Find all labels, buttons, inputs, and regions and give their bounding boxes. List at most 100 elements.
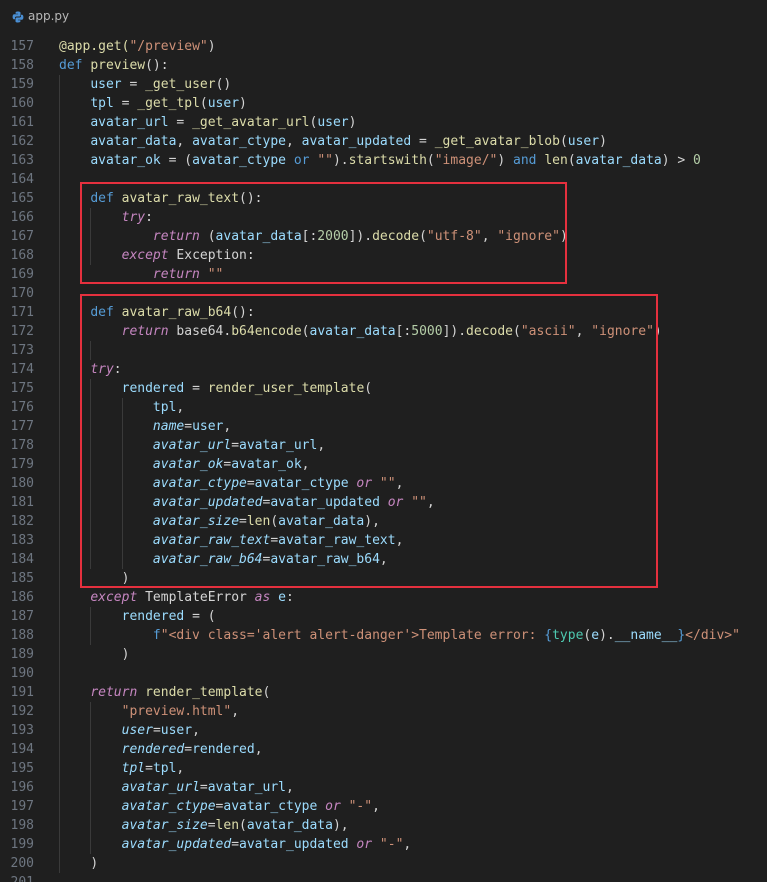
code-token: , — [192, 723, 200, 738]
code-line[interactable]: 189 ) — [0, 645, 767, 664]
code-line[interactable]: 157 @app.get("/preview") — [0, 37, 767, 56]
code-token: avatar_data — [246, 818, 333, 833]
code-line[interactable]: 162 avatar_data, avatar_ctype, avatar_up… — [0, 132, 767, 151]
code-token: = — [199, 780, 208, 795]
code-text: return render_template( — [59, 683, 270, 702]
code-token: def — [59, 58, 91, 73]
code-token: , — [286, 780, 294, 795]
code-token: = — [121, 77, 146, 92]
code-token: tpl — [121, 761, 146, 776]
code-token: "" — [317, 153, 333, 168]
code-text: avatar_url = _get_avatar_url(user) — [59, 113, 356, 132]
line-number: 190 — [10, 666, 34, 681]
code-line[interactable]: 199 avatar_updated=avatar_updated or "-"… — [0, 835, 767, 854]
code-text: tpl=tpl, — [59, 759, 185, 778]
line-number: 184 — [10, 552, 34, 567]
code-token: ). — [599, 628, 615, 643]
code-token: startswith — [348, 153, 427, 168]
code-token: e — [591, 628, 600, 643]
code-token: ) — [239, 96, 247, 111]
code-text: avatar_ok = (avatar_ctype or "").startsw… — [59, 151, 701, 170]
line-number: 179 — [10, 457, 34, 472]
code-line[interactable]: 195 tpl=tpl, — [0, 759, 767, 778]
code-token: = — [113, 96, 138, 111]
code-token: "image/" — [434, 153, 498, 168]
line-number: 173 — [10, 343, 34, 358]
code-token: avatar_data — [575, 153, 662, 168]
code-text: "preview.html", — [59, 702, 239, 721]
code-line[interactable]: 193 user=user, — [0, 721, 767, 740]
code-token: or — [348, 837, 380, 852]
code-line[interactable]: 201 — [0, 873, 767, 882]
code-token: ) — [599, 134, 607, 149]
code-token: "-" — [379, 837, 404, 852]
code-line[interactable]: 163 avatar_ok = (avatar_ctype or "").sta… — [0, 151, 767, 170]
code-text: avatar_ctype=avatar_ctype or "-", — [59, 797, 380, 816]
code-token: avatar_ctype — [192, 134, 286, 149]
code-line[interactable]: 159 user = _get_user() — [0, 75, 767, 94]
code-token: user — [207, 96, 240, 111]
code-token: avatar_ctype — [223, 799, 318, 814]
code-line[interactable]: 198 avatar_size=len(avatar_data), — [0, 816, 767, 835]
code-line[interactable]: 161 avatar_url = _get_avatar_url(user) — [0, 113, 767, 132]
code-text: except TemplateError as e: — [59, 588, 294, 607]
line-number: 181 — [10, 495, 34, 510]
code-token: ) — [207, 39, 216, 54]
code-token: ( — [567, 153, 576, 168]
code-token: rendered — [121, 742, 185, 757]
code-token: ( — [239, 818, 247, 833]
code-line[interactable]: 197 avatar_ctype=avatar_ctype or "-", — [0, 797, 767, 816]
code-token: , — [285, 134, 302, 149]
code-token: user — [90, 77, 122, 92]
code-token: preview — [90, 58, 146, 73]
code-token: type — [552, 628, 584, 643]
code-token: TemplateError — [145, 590, 247, 605]
line-number: 191 — [10, 685, 34, 700]
code-token: avatar_ok — [90, 153, 161, 168]
code-line[interactable]: 187 rendered = ( — [0, 607, 767, 626]
code-token: or — [317, 799, 349, 814]
code-token: ) — [348, 115, 357, 130]
code-line[interactable]: 160 tpl = _get_tpl(user) — [0, 94, 767, 113]
code-text: ) — [59, 854, 98, 873]
code-line[interactable]: 158 def preview(): — [0, 56, 767, 75]
line-number: 201 — [0, 873, 34, 882]
line-number: 161 — [10, 115, 34, 130]
code-token: rendered — [192, 742, 255, 757]
code-token: : — [286, 590, 294, 605]
code-token: _get_avatar_url — [192, 115, 310, 130]
code-token: len — [215, 818, 240, 833]
code-text: user=user, — [59, 721, 200, 740]
code-line[interactable]: 194 rendered=rendered, — [0, 740, 767, 759]
code-token: = — [168, 115, 193, 130]
code-token: , — [176, 761, 185, 776]
code-token: ) — [90, 856, 99, 871]
code-token: () — [215, 77, 232, 92]
code-line[interactable]: 200 ) — [0, 854, 767, 873]
tab-filename[interactable]: app.py — [28, 9, 69, 23]
code-token: return — [90, 685, 146, 700]
code-token: , — [176, 134, 193, 149]
code-line[interactable]: 191 return render_template( — [0, 683, 767, 702]
code-token: = ( — [160, 153, 193, 168]
code-line[interactable]: 192 "preview.html", — [0, 702, 767, 721]
line-number: 188 — [10, 628, 34, 643]
code-line[interactable]: 188 f"<div class='alert alert-danger'>Te… — [0, 626, 767, 645]
code-token: avatar_url — [207, 780, 287, 795]
code-line[interactable]: 196 avatar_url=avatar_url, — [0, 778, 767, 797]
code-token: = — [411, 134, 435, 149]
code-text: rendered = ( — [59, 607, 216, 626]
code-line[interactable]: 186 except TemplateError as e: — [0, 588, 767, 607]
code-line[interactable]: 190 — [0, 664, 767, 683]
code-text: f"<div class='alert alert-danger'>Templa… — [59, 626, 740, 645]
code-token: "<div class='alert alert-danger'>Templat… — [160, 628, 545, 643]
line-number: 198 — [10, 818, 34, 833]
code-token: e — [278, 590, 286, 605]
line-number: 193 — [10, 723, 34, 738]
line-number: 183 — [10, 533, 34, 548]
line-number: 182 — [10, 514, 34, 529]
line-number: 160 — [10, 96, 34, 111]
code-text: avatar_url=avatar_url, — [59, 778, 294, 797]
